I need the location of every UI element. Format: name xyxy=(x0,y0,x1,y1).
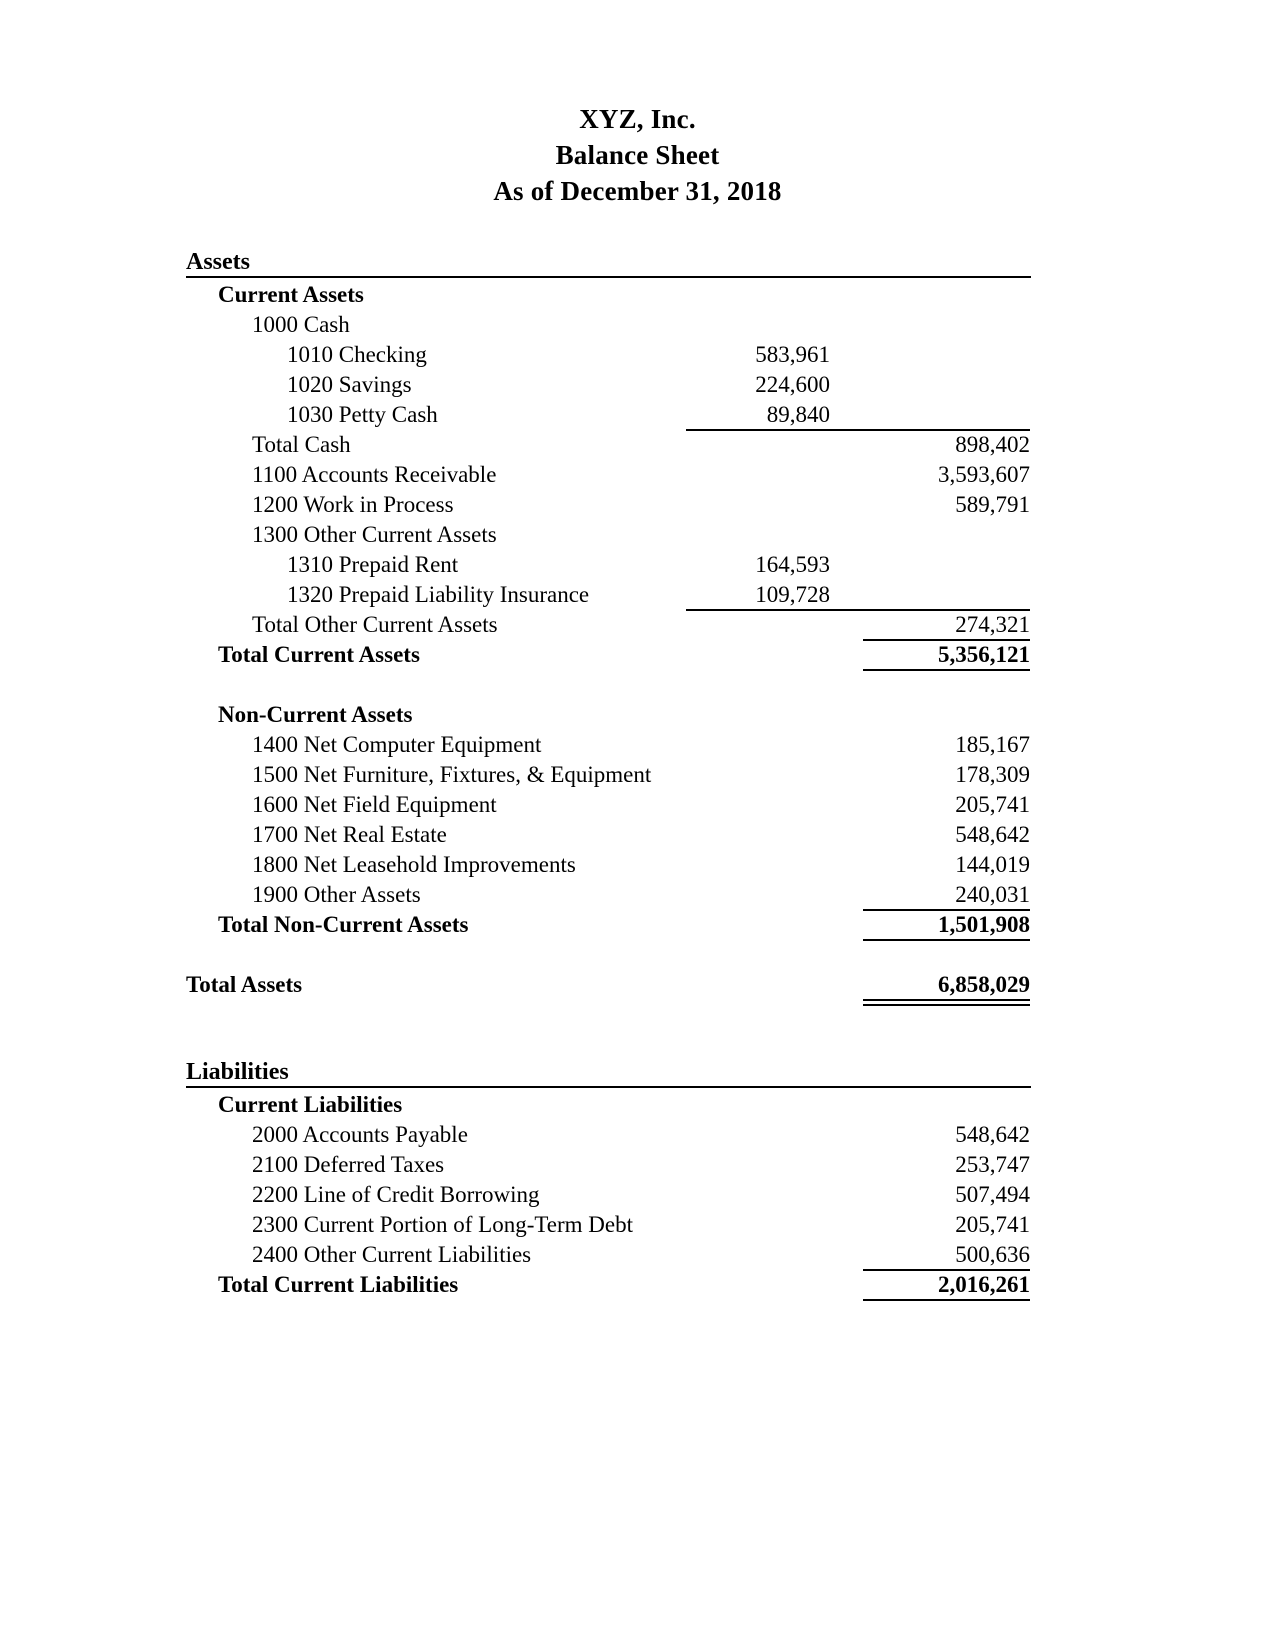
subtotal-total-current-assets: Total Current Assets 5,356,121 xyxy=(186,640,1031,671)
group-title-label: Current Assets xyxy=(218,282,364,307)
line-value-col2: 205,741 xyxy=(955,792,1030,817)
line-item-1300-other-current-assets: 1300 Other Current Assets xyxy=(186,520,1031,550)
line-item-1800-net-leasehold-improvements: 1800 Net Leasehold Improvements 144,019 xyxy=(186,850,1031,880)
line-value-col2: 507,494 xyxy=(955,1182,1030,1207)
line-item-1020-savings: 1020 Savings 224,600 xyxy=(186,370,1031,400)
section-rule xyxy=(186,276,1031,278)
line-label: 2100 Deferred Taxes xyxy=(252,1152,445,1177)
line-item-1010-checking: 1010 Checking 583,961 xyxy=(186,340,1031,370)
group-title-non-current-assets: Non-Current Assets xyxy=(186,700,1031,730)
line-item-2300-current-portion-of-long-term-debt: 2300 Current Portion of Long-Term Debt 2… xyxy=(186,1210,1031,1240)
line-item-2400-other-current-liabilities: 2400 Other Current Liabilities 500,636 xyxy=(186,1240,1031,1271)
subtotal-total-other-current-assets: Total Other Current Assets 274,321 xyxy=(186,610,1031,641)
line-label: Total Current Liabilities xyxy=(218,1272,459,1297)
line-label: Total Non-Current Assets xyxy=(218,912,469,937)
line-label: 1030 Petty Cash xyxy=(287,402,438,427)
line-label: Total Other Current Assets xyxy=(252,612,498,637)
company-name: XYZ, Inc. xyxy=(579,104,696,134)
statement-name: Balance Sheet xyxy=(555,140,720,170)
line-value-col2: 2,016,261 xyxy=(938,1272,1030,1297)
line-label: 1320 Prepaid Liability Insurance xyxy=(287,582,590,607)
line-label: 1300 Other Current Assets xyxy=(252,522,497,547)
line-value-col2: 898,402 xyxy=(955,432,1030,457)
group-title-current-assets: Current Assets xyxy=(186,280,1031,310)
line-item-1000-cash: 1000 Cash xyxy=(186,310,1031,340)
section-rule xyxy=(186,1086,1031,1088)
line-value-col2: 3,593,607 xyxy=(938,462,1030,487)
line-item-1500-net-furniture-fixtures-equipment: 1500 Net Furniture, Fixtures, & Equipmen… xyxy=(186,760,1031,790)
line-item-1900-other-assets: 1900 Other Assets 240,031 xyxy=(186,880,1031,911)
line-item-2200-line-of-credit-borrowing: 2200 Line of Credit Borrowing 507,494 xyxy=(186,1180,1031,1210)
line-label: 1010 Checking xyxy=(287,342,427,367)
line-item-1030-petty-cash: 1030 Petty Cash 89,840 xyxy=(186,400,1031,431)
line-item-2000-accounts-payable: 2000 Accounts Payable 548,642 xyxy=(186,1120,1031,1150)
grand-total-assets: Total Assets 6,858,029 xyxy=(186,970,1031,1006)
section-header-assets-label: Assets xyxy=(186,249,250,275)
line-item-1100-accounts-receivable: 1100 Accounts Receivable 3,593,607 xyxy=(186,460,1031,490)
line-label: 1600 Net Field Equipment xyxy=(252,792,497,817)
line-label: 2400 Other Current Liabilities xyxy=(252,1242,532,1267)
line-item-1400-net-computer-equipment: 1400 Net Computer Equipment 185,167 xyxy=(186,730,1031,760)
subtotal-total-cash: Total Cash 898,402 xyxy=(186,430,1031,460)
line-value-col2: 548,642 xyxy=(955,822,1030,847)
group-title-current-liabilities: Current Liabilities xyxy=(186,1090,1031,1120)
line-item-1700-net-real-estate: 1700 Net Real Estate 548,642 xyxy=(186,820,1031,850)
line-label: 1200 Work in Process xyxy=(252,492,454,517)
line-value-col2: 185,167 xyxy=(955,732,1030,757)
line-label: 1500 Net Furniture, Fixtures, & Equipmen… xyxy=(252,762,652,787)
line-value-col1: 164,593 xyxy=(755,552,830,577)
line-value-col2: 500,636 xyxy=(955,1242,1030,1267)
line-label: 1400 Net Computer Equipment xyxy=(252,732,542,757)
line-label: 2300 Current Portion of Long-Term Debt xyxy=(252,1212,634,1237)
document-title-block: XYZ, Inc. Balance Sheet As of December 3… xyxy=(0,104,1275,206)
line-item-2100-deferred-taxes: 2100 Deferred Taxes 253,747 xyxy=(186,1150,1031,1180)
line-item-1320-prepaid-liability-insurance: 1320 Prepaid Liability Insurance 109,728 xyxy=(186,580,1031,611)
line-value-col1: 224,600 xyxy=(755,372,830,397)
line-value-col2: 589,791 xyxy=(955,492,1030,517)
line-value-col2: 178,309 xyxy=(955,762,1030,787)
line-label: Total Current Assets xyxy=(218,642,420,667)
line-label: Total Cash xyxy=(252,432,351,457)
line-label: 1900 Other Assets xyxy=(252,882,421,907)
line-label: 1020 Savings xyxy=(287,372,412,397)
line-label: 1800 Net Leasehold Improvements xyxy=(252,852,576,877)
line-label: 1310 Prepaid Rent xyxy=(287,552,459,577)
balance-sheet-page: XYZ, Inc. Balance Sheet As of December 3… xyxy=(0,0,1275,1650)
subtotal-total-current-liabilities: Total Current Liabilities 2,016,261 xyxy=(186,1270,1031,1301)
statement-period: As of December 31, 2018 xyxy=(493,176,782,206)
line-label: 1700 Net Real Estate xyxy=(252,822,447,847)
line-value-col2: 274,321 xyxy=(955,612,1030,637)
grand-total-label: Total Assets xyxy=(186,972,303,997)
group-title-label: Non-Current Assets xyxy=(218,702,413,727)
line-value-col1: 89,840 xyxy=(766,402,830,427)
line-value-col2: 240,031 xyxy=(955,882,1030,907)
line-value-col2: 548,642 xyxy=(955,1122,1030,1147)
line-label: 2200 Line of Credit Borrowing xyxy=(252,1182,540,1207)
section-header-liabilities: Liabilities xyxy=(186,1058,1031,1090)
line-label: 1000 Cash xyxy=(252,312,350,337)
grand-total-value: 6,858,029 xyxy=(938,972,1030,997)
line-label: 1100 Accounts Receivable xyxy=(252,462,497,487)
line-value-col2: 5,356,121 xyxy=(938,642,1030,667)
statement-body: Assets Current Assets 1000 Cash 1010 Che… xyxy=(186,248,1031,1301)
group-title-label: Current Liabilities xyxy=(218,1092,403,1117)
line-value-col2: 144,019 xyxy=(955,852,1030,877)
line-value-col1: 109,728 xyxy=(755,582,830,607)
line-item-1200-work-in-process: 1200 Work in Process 589,791 xyxy=(186,490,1031,520)
section-header-liabilities-label: Liabilities xyxy=(186,1059,289,1085)
line-value-col1: 583,961 xyxy=(755,342,830,367)
subtotal-total-non-current-assets: Total Non-Current Assets 1,501,908 xyxy=(186,910,1031,941)
subtotal-rule-col2 xyxy=(863,1299,1030,1301)
line-value-col2: 205,741 xyxy=(955,1212,1030,1237)
section-header-assets: Assets xyxy=(186,248,1031,280)
line-item-1600-net-field-equipment: 1600 Net Field Equipment 205,741 xyxy=(186,790,1031,820)
line-label: 2000 Accounts Payable xyxy=(252,1122,468,1147)
line-value-col2: 253,747 xyxy=(955,1152,1030,1177)
line-item-1310-prepaid-rent: 1310 Prepaid Rent 164,593 xyxy=(186,550,1031,580)
line-value-col2: 1,501,908 xyxy=(938,912,1030,937)
